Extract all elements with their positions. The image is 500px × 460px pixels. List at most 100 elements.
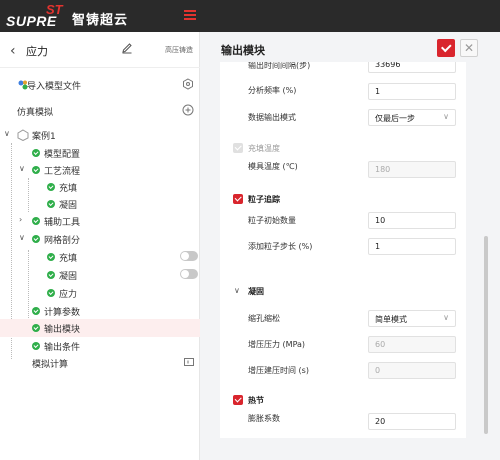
back-icon[interactable]: ‹ — [10, 43, 16, 59]
tree-label-process: 工艺流程 — [44, 167, 81, 177]
panel-title: 输出模块 — [221, 44, 265, 57]
shrink-mode-value: 简单模式 — [375, 315, 407, 324]
confirm-button[interactable] — [437, 39, 455, 57]
close-button[interactable]: ✕ — [460, 39, 478, 57]
expand-coef-input[interactable]: 20 — [368, 413, 456, 430]
pressure-label: 增压压力 (MPa) — [248, 340, 306, 349]
output-mode-label: 数据输出模式 — [248, 113, 296, 122]
tree-item-model-config[interactable]: 模型配置 — [0, 144, 200, 162]
tree-item-process[interactable]: ∨ 工艺流程 — [0, 161, 200, 179]
particle-tracking-checkbox[interactable] — [233, 194, 243, 204]
edit-icon[interactable] — [121, 42, 133, 54]
mesh-solidify-toggle[interactable] — [180, 269, 198, 279]
tree-item-case[interactable]: ∨ 案例1 — [0, 126, 200, 144]
mold-temp-label: 模具温度 (℃) — [248, 162, 298, 171]
tree-label-mesh-fill: 充填 — [59, 254, 78, 264]
tree-label-fill: 充填 — [59, 184, 78, 194]
case-icon — [17, 129, 29, 141]
chevron-down-icon: ∨ — [443, 313, 449, 322]
status-ok-icon — [47, 200, 55, 208]
top-field-input[interactable]: 33696 — [368, 62, 456, 73]
fill-temp-label: 充填温度 — [248, 144, 280, 153]
casting-type-tag: 高压铸造 — [165, 46, 193, 54]
shrink-mode-select[interactable]: 简单模式 ∨ — [368, 310, 456, 327]
status-ok-icon — [47, 271, 55, 279]
status-ok-icon — [47, 183, 55, 191]
tree-label-calc-params: 计算参数 — [44, 308, 81, 318]
particle-tracking-label: 粒子追踪 — [248, 195, 280, 204]
tree-item-calc-params[interactable]: 计算参数 — [0, 302, 200, 320]
mesh-fill-toggle[interactable] — [180, 251, 198, 261]
particle-init-input[interactable]: 10 — [368, 212, 456, 229]
chevron-down-icon[interactable]: ∨ — [234, 286, 240, 295]
tree-label-mesh-solidify: 凝固 — [59, 272, 78, 282]
menu-icon[interactable] — [184, 10, 196, 20]
status-ok-icon — [32, 217, 40, 225]
run-icon[interactable] — [184, 357, 194, 367]
particle-init-label: 粒子初始数量 — [248, 216, 296, 225]
fill-temp-checkbox[interactable] — [233, 143, 243, 153]
panel-scrollbar[interactable] — [484, 236, 488, 434]
shrink-label: 缩孔缩松 — [248, 314, 280, 323]
brand-cn: 智铸超云 — [72, 13, 129, 28]
panel-header: 输出模块 ✕ — [206, 32, 500, 62]
import-model-row[interactable]: 导入模型文件 — [0, 74, 200, 96]
output-mode-select[interactable]: 仅最后一步 ∨ — [368, 109, 456, 126]
field-label-top: 输出时间间隔(步) — [248, 62, 311, 70]
tree-label-sim-calc: 模拟计算 — [32, 360, 69, 370]
tree-label-aux-tools: 辅助工具 — [44, 218, 81, 228]
tree-item-solidify[interactable]: 凝固 — [0, 195, 200, 213]
tree-item-fill[interactable]: 充填 — [0, 178, 200, 196]
chevron-down-icon[interactable]: ∨ — [4, 130, 12, 138]
simulation-row[interactable]: 仿真模拟 — [0, 100, 200, 122]
tree-label-mesh: 网格剖分 — [44, 236, 81, 246]
output-mode-value: 仅最后一步 — [375, 114, 415, 123]
particle-step-input[interactable]: 1 — [368, 238, 456, 255]
model-settings-icon[interactable] — [182, 78, 194, 90]
tree-item-aux-tools[interactable]: › 辅助工具 — [0, 212, 200, 230]
sidebar: ‹ 应力 高压铸造 导入模型文件 仿真模拟 ∨ 案例1 模型配置 ∨ 工艺流程 … — [0, 32, 200, 460]
tree-item-output-module[interactable]: 输出模块 — [0, 319, 200, 337]
tree-label-mesh-stress: 应力 — [59, 290, 78, 300]
pressure-time-input[interactable]: 0 — [368, 362, 456, 379]
chevron-down-icon[interactable]: ∨ — [19, 234, 27, 242]
status-ok-icon — [32, 307, 40, 315]
pressure-time-label: 增压建压时间 (s) — [248, 366, 309, 375]
tree-label-model-config: 模型配置 — [44, 150, 81, 160]
freq-input[interactable]: 1 — [368, 83, 456, 100]
brand-en: SUPRE — [6, 13, 57, 29]
chevron-down-icon[interactable]: ∨ — [19, 165, 27, 173]
status-ok-icon — [32, 235, 40, 243]
hotspot-checkbox[interactable] — [233, 395, 243, 405]
tree-label-solidify: 凝固 — [59, 201, 78, 211]
status-ok-icon — [32, 166, 40, 174]
tree-item-mesh-fill[interactable]: 充填 — [0, 248, 200, 266]
output-module-panel: 输出时间间隔(步) 33696 分析频率 (%) 1 数据输出模式 仅最后一步 … — [220, 62, 466, 438]
status-ok-icon — [32, 149, 40, 157]
status-ok-icon — [47, 289, 55, 297]
tree-item-mesh-stress[interactable]: 应力 — [0, 284, 200, 302]
chevron-right-icon[interactable]: › — [19, 216, 27, 224]
simulation-label: 仿真模拟 — [17, 108, 54, 118]
tree-item-mesh[interactable]: ∨ 网格剖分 — [0, 230, 200, 248]
pressure-input[interactable]: 60 — [368, 336, 456, 353]
sidebar-title: 应力 — [26, 45, 48, 58]
tree-label-output-module: 输出模块 — [44, 325, 81, 335]
tree-label-case: 案例1 — [32, 132, 56, 142]
status-ok-icon — [32, 342, 40, 350]
expand-coef-label: 膨胀系数 — [248, 414, 280, 423]
top-bar: ST SUPRE 智铸超云 — [0, 0, 500, 32]
tree-item-output-cond[interactable]: 输出条件 — [0, 337, 200, 355]
add-simulation-icon[interactable] — [182, 104, 194, 116]
tree-item-mesh-solidify[interactable]: 凝固 — [0, 266, 200, 284]
freq-label: 分析频率 (%) — [248, 86, 297, 95]
status-ok-icon — [47, 253, 55, 261]
import-model-label: 导入模型文件 — [27, 82, 82, 92]
particle-step-label: 添加粒子步长 (%) — [248, 242, 313, 251]
sidebar-header: ‹ 应力 高压铸造 — [0, 32, 200, 68]
tree-item-sim-calc[interactable]: 模拟计算 — [0, 354, 200, 372]
tree-label-output-cond: 输出条件 — [44, 343, 81, 353]
mold-temp-input[interactable]: 180 — [368, 161, 456, 178]
solidify-section-label: 凝固 — [248, 287, 264, 296]
hotspot-label: 热节 — [248, 396, 264, 405]
